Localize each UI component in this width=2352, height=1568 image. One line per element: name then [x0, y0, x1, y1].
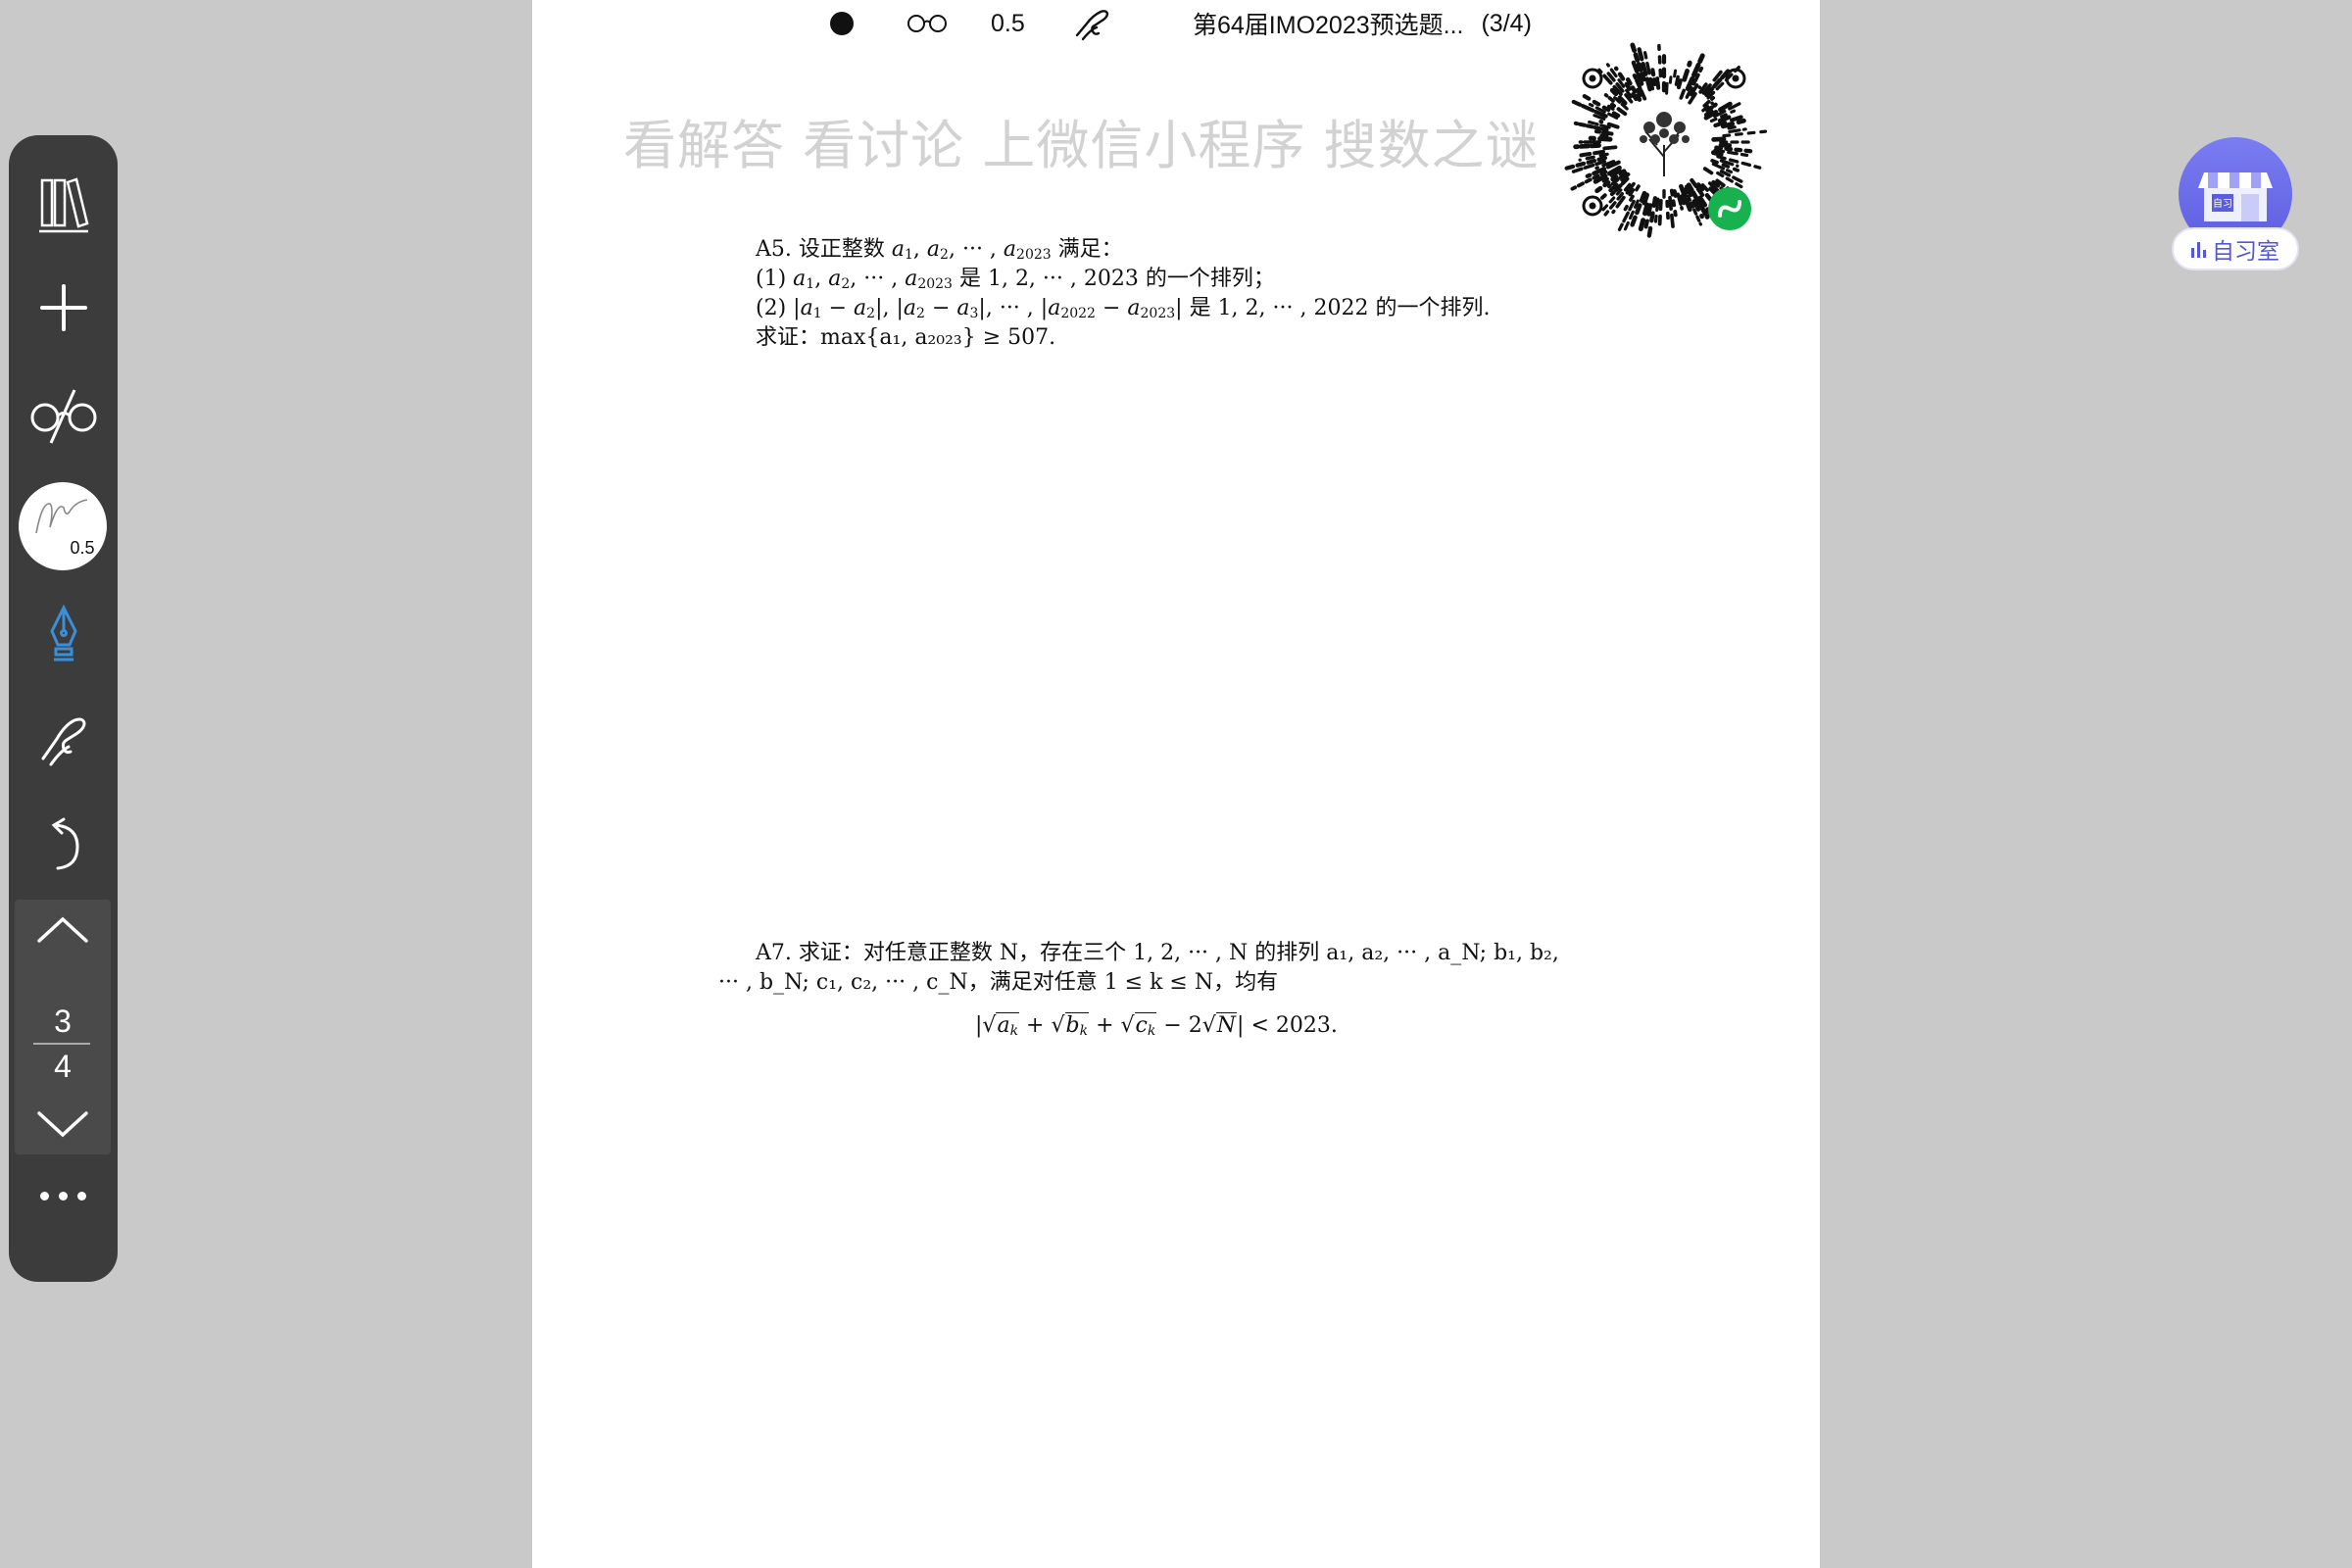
page-up-button[interactable] [15, 913, 111, 945]
problem-a7: A7. 求证：对任意正整数 N，存在三个 1, 2, ··· , N 的排列 a… [718, 939, 1559, 1041]
a7-formula: |√ak + √bk + √ck − 2√N| < 2023. [975, 1012, 1338, 1039]
qr-ray [1711, 136, 1727, 142]
page-navigator: 3 4 [15, 900, 111, 1154]
signature-button[interactable] [1073, 6, 1112, 41]
pen-color-button[interactable] [830, 6, 854, 41]
add-button[interactable] [9, 282, 118, 333]
qr-ray [1727, 125, 1737, 130]
signature-size-button[interactable]: 0.5 [19, 482, 107, 570]
black-dot-icon [830, 12, 854, 35]
a7-formula-rhs: < 2023. [1244, 1013, 1338, 1038]
a5-condition-2: (2) |a1 − a2|, |a2 − a3|, ··· , |a2022 −… [756, 296, 1491, 321]
qr-ray [1682, 60, 1692, 82]
plus-icon [39, 284, 87, 331]
books-icon [38, 177, 88, 233]
chevron-down-icon [37, 1111, 88, 1138]
qr-ray [1655, 76, 1661, 90]
more-dot-icon [40, 1192, 49, 1200]
study-room-text: 自习室 [2212, 239, 2279, 265]
pen-tool-button[interactable] [9, 604, 118, 662]
a5-cond2-prefix: (2) [756, 296, 794, 320]
qr-ray [1728, 127, 1747, 133]
reading-mode-toggle[interactable] [9, 386, 118, 445]
study-room-sign-text: 自习 [2213, 197, 2232, 210]
a5-condition-1: (1) a1, a2, ··· , a2023 是 1, 2, ··· , 20… [756, 267, 1275, 292]
chevron-up-icon [37, 916, 88, 943]
more-dot-icon [77, 1192, 86, 1200]
more-options-button[interactable] [9, 1192, 118, 1200]
qr-ray [1602, 145, 1618, 151]
a5-prove: 求证：max{a₁, a₂₀₂₃} ≥ 507. [756, 323, 1490, 353]
qr-ray [1593, 129, 1614, 136]
qr-ray [1588, 135, 1613, 142]
signature-hand-icon [1075, 10, 1109, 41]
glasses-slash-icon [30, 389, 96, 444]
a7-perm1: a₁, a₂, ··· , a_N; b₁, b₂, [1326, 941, 1559, 965]
doc-page-indicator: (3/4) [1481, 9, 1532, 37]
a7-statement-line2: ··· , b_N; c₁, c₂, ··· , c_N，满足对任意 1 ≤ k… [718, 970, 1279, 995]
qr-ray [1596, 133, 1609, 138]
qr-ray [1665, 199, 1670, 220]
signature-scribble-icon [35, 499, 88, 534]
document-title: 第64届IMO2023预选题... (3/4) [1193, 6, 1532, 41]
a7-head: A7. 求证：对任意正整数 N，存在三个 1, 2, ··· , N 的排列 [756, 941, 1327, 965]
a5-cond2-suffix: 是 1, 2, ··· , 2022 的一个排列. [1182, 296, 1491, 320]
page-down-button[interactable] [15, 1109, 111, 1141]
qr-ray [1710, 150, 1724, 157]
qr-ray [1706, 66, 1740, 100]
a5-cond1-suffix: 是 1, 2, ··· , 2023 的一个排列； [952, 267, 1275, 291]
a5-satisfy: 满足： [1051, 237, 1123, 262]
study-room-widget[interactable]: 自习 自习室 [2172, 137, 2299, 274]
a5-statement: A5. 设正整数 a1, a2, ··· , a2023 满足： [756, 237, 1123, 263]
document-page: 0.5 第64届IMO2023预选题... (3/4) 看解答 看讨论 上微信小… [532, 0, 1820, 1568]
a7-statement-line1: A7. 求证：对任意正整数 N，存在三个 1, 2, ··· , N 的排列 a… [718, 939, 1559, 968]
signature-tool-button[interactable] [9, 711, 118, 766]
a5-prove-expr: max{a₁, a₂₀₂₃} ≥ 507. [820, 325, 1056, 350]
watermark-text: 看解答 看讨论 上微信小程序 搜数之谜 [623, 115, 1540, 176]
qr-ray [1603, 93, 1615, 103]
a5-prove-prefix: 求证： [756, 325, 821, 350]
signature-size-value: 0.5 [70, 538, 95, 558]
doc-title-text: 第64届IMO2023预选题... [1193, 12, 1464, 39]
more-dot-icon [59, 1192, 68, 1200]
signature-hand-icon [41, 717, 86, 766]
pen-size-value[interactable]: 0.5 [991, 6, 1025, 41]
bar-chart-icon [2191, 240, 2206, 258]
qr-ray [1673, 68, 1678, 78]
a5-head: A5. 设正整数 [756, 237, 892, 262]
fountain-pen-icon [49, 604, 77, 662]
qr-ray [1668, 74, 1673, 84]
qr-ray [1672, 189, 1679, 200]
qr-ray [1665, 80, 1669, 95]
qr-ray [1676, 78, 1683, 90]
qr-ray [1573, 143, 1601, 150]
reading-mode-button[interactable] [906, 6, 949, 41]
current-page-number: 3 [54, 1004, 72, 1039]
total-page-number: 4 [54, 1049, 72, 1084]
a5-cond1-prefix: (1) [756, 267, 794, 291]
qr-ray [1679, 85, 1688, 100]
study-room-label: 自习室 [2172, 227, 2299, 270]
qr-ray [1657, 199, 1663, 226]
page-fraction-divider [33, 1043, 90, 1045]
qr-code-image [1560, 41, 1768, 242]
qr-ray [1657, 43, 1663, 78]
bookshelf-button[interactable] [9, 174, 118, 233]
glasses-icon [907, 15, 947, 32]
left-toolbar: 0.5 3 4 [9, 135, 118, 1282]
problem-a5: A5. 设正整数 a1, a2, ··· , a2023 满足： (1) a1,… [756, 235, 1490, 353]
qr-ray [1702, 167, 1714, 175]
undo-arrow-icon [51, 817, 79, 870]
undo-button[interactable] [9, 815, 118, 874]
